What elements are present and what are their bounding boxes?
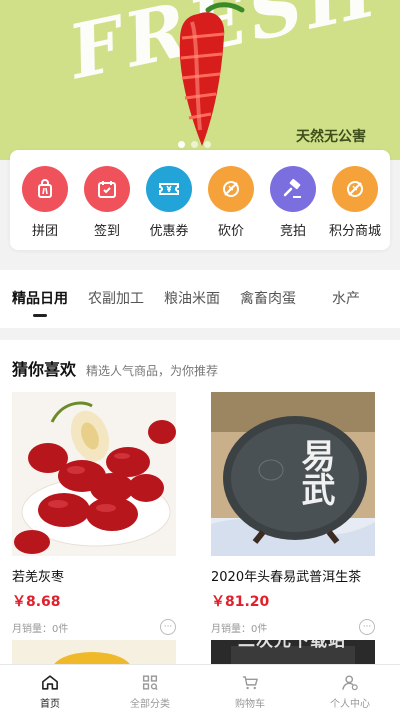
- nav-user-center[interactable]: 个人中心: [300, 665, 400, 710]
- calendar-checkin-icon: [84, 166, 130, 212]
- nav-cart[interactable]: 购物车: [200, 665, 300, 710]
- recommend-header: 猜你喜欢 精选人气商品，为你推荐: [12, 356, 218, 380]
- banner-dot[interactable]: [178, 141, 185, 148]
- quick-menu-bargain[interactable]: 砍价: [200, 166, 262, 250]
- auction-hammer-icon: [270, 166, 316, 212]
- category-tabs: 精品日用 农副加工 粮油米面 禽畜肉蛋 水产: [0, 270, 400, 328]
- quick-menu-group-buy[interactable]: 拼团: [14, 166, 76, 250]
- quick-menu-label: 竞拍: [279, 224, 306, 239]
- quick-menu: 拼团 签到 优惠券 砍价 竞拍 积分商城: [10, 150, 390, 250]
- quick-menu-label: 砍价: [217, 224, 244, 239]
- product-name: 若羌灰枣: [12, 570, 65, 585]
- quick-menu-label: 签到: [93, 224, 120, 239]
- tab-aquatic[interactable]: 水产: [332, 288, 360, 308]
- more-options-icon[interactable]: ···: [359, 619, 375, 635]
- product-image-puer-tea: 易武: [211, 392, 375, 556]
- banner-tagline: 天然无公害: [296, 128, 366, 144]
- monthly-sales: 月销量：0件: [12, 623, 69, 635]
- product-price: ￥8.68: [12, 594, 61, 610]
- recommend-section: 猜你喜欢 精选人气商品，为你推荐 若羌灰枣 ￥8.68 月销量：0件 ··· 易…: [0, 340, 400, 670]
- group-buy-icon: [22, 166, 68, 212]
- user-center-icon: [342, 675, 358, 691]
- banner-dot[interactable]: [204, 141, 211, 148]
- app-page: FRESH 天然无公害 拼团 签到 优惠券 砍价 竞拍 积分商城 精品日用 农副…: [0, 0, 400, 710]
- promo-banner[interactable]: FRESH 天然无公害: [0, 0, 400, 160]
- points-mall-icon: [332, 166, 378, 212]
- tab-agri-processing[interactable]: 农副加工: [88, 288, 144, 308]
- product-card[interactable]: 易武 2020年头春易武普洱生茶 ￥81.20 月销量：0件 ···: [211, 392, 375, 635]
- product-price: ￥81.20: [211, 594, 270, 610]
- quick-menu-label: 优惠券: [149, 224, 189, 239]
- banner-pagination[interactable]: [178, 141, 211, 148]
- bargain-icon: [208, 166, 254, 212]
- quick-menu-auction[interactable]: 竞拍: [262, 166, 324, 250]
- quick-menu-points-mall[interactable]: 积分商城: [324, 166, 386, 250]
- product-name: 2020年头春易武普洱生茶: [211, 570, 362, 585]
- nav-label: 全部分类: [130, 699, 170, 710]
- tab-grain-oil[interactable]: 粮油米面: [164, 288, 220, 308]
- tab-poultry-meat-eggs[interactable]: 禽畜肉蛋: [240, 288, 296, 308]
- product-meta: 月销量：0件 ···: [12, 619, 176, 635]
- product-card[interactable]: 若羌灰枣 ￥8.68 月销量：0件 ···: [12, 392, 176, 635]
- site-watermark: 二次元下载站: [238, 631, 346, 651]
- nav-label: 购物车: [235, 699, 265, 710]
- quick-menu-label: 拼团: [31, 224, 58, 239]
- red-pepper-image: [179, 2, 245, 147]
- home-icon: [42, 675, 58, 690]
- bottom-navigation: 首页 全部分类 购物车 个人中心: [0, 664, 400, 710]
- nav-home[interactable]: 首页: [0, 665, 100, 710]
- nav-all-categories[interactable]: 全部分类: [100, 665, 200, 710]
- section-subtitle: 精选人气商品，为你推荐: [86, 364, 219, 378]
- banner-dot[interactable]: [191, 141, 198, 148]
- section-title: 猜你喜欢: [12, 360, 77, 379]
- quick-menu-checkin[interactable]: 签到: [76, 166, 138, 250]
- tab-daily-goods[interactable]: 精品日用: [12, 288, 68, 317]
- nav-label: 首页: [40, 699, 60, 710]
- tea-cake-label: 易武: [295, 438, 335, 506]
- category-grid-icon: [142, 675, 158, 691]
- more-options-icon[interactable]: ···: [160, 619, 176, 635]
- product-image-jujube: [12, 392, 176, 556]
- quick-menu-coupon[interactable]: 优惠券: [138, 166, 200, 250]
- coupon-icon: [146, 166, 192, 212]
- cart-icon: [242, 676, 258, 690]
- nav-label: 个人中心: [330, 699, 370, 710]
- quick-menu-label: 积分商城: [328, 224, 381, 239]
